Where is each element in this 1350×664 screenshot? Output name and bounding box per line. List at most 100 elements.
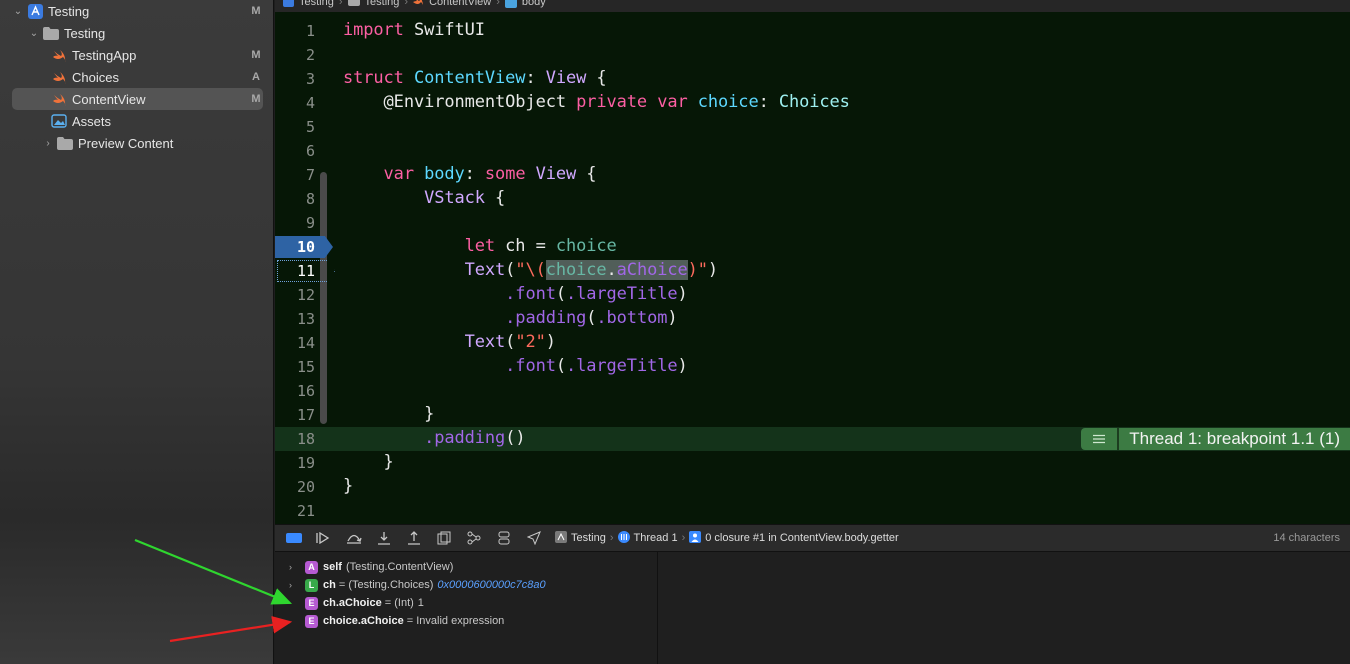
line-number[interactable]: 12 [275,286,315,304]
code-line[interactable]: 15 .font(.largeTitle) [275,355,1350,379]
nav-item-preview-content[interactable]: › Preview Content [12,132,263,154]
variable-row[interactable]: › Aself (Testing.ContentView) [289,558,457,576]
code-token: ContentView [413,68,526,88]
code-line[interactable]: 14 Text("2") [275,331,1350,355]
variable-name: self [323,561,342,573]
code-token: body [424,164,465,184]
line-number[interactable]: 20 [275,478,315,496]
scm-status-badge: M [251,49,261,61]
code-line[interactable]: 10 let ch = choice [275,235,1350,259]
step-into-icon[interactable] [373,527,395,549]
disclosure-open-icon[interactable]: ⌄ [28,28,40,39]
variable-type: (Testing.Choices) [348,579,434,591]
source-editor[interactable]: 1 import SwiftUI 2 3 struct ContentView:… [275,12,1350,524]
line-number[interactable]: 4 [275,94,315,112]
line-number[interactable]: 16 [275,382,315,400]
scm-status-badge: M [251,93,261,105]
disclosure-open-icon[interactable]: ⌄ [12,6,24,17]
line-number[interactable]: 19 [275,454,315,472]
code-line[interactable]: 4 @EnvironmentObject private var choice:… [275,91,1350,115]
line-number[interactable]: 18 [275,430,315,448]
step-out-icon[interactable] [403,527,425,549]
line-number[interactable]: 10 [275,238,315,256]
step-over-icon[interactable] [343,527,365,549]
code-token: var [657,92,688,112]
code-line[interactable]: 9 [275,211,1350,235]
disclosure-icon[interactable]: › [289,580,305,590]
memory-graph-icon[interactable] [463,527,485,549]
jump-item-file[interactable]: ContentView [429,0,491,8]
jump-bar: Testing › Testing › ContentView › body [275,0,1350,12]
debug-crumb-process[interactable]: Testing [571,532,606,544]
code-line[interactable]: 21 [275,499,1350,523]
line-number[interactable]: 1 [275,22,315,40]
jump-item-project[interactable]: Testing [299,0,334,8]
code-line[interactable]: 2 [275,43,1350,67]
code-line[interactable]: 8 VStack { [275,187,1350,211]
nav-item-project-testing[interactable]: ⌄ Testing M [12,0,263,22]
code-line[interactable]: 3 struct ContentView: View { [275,67,1350,91]
view-hierarchy-icon[interactable] [433,527,455,549]
nav-item-group-testing[interactable]: ⌄ Testing [12,22,263,44]
nav-item-label: TestingApp [72,47,137,63]
code-line[interactable]: 7 var body: some View { [275,163,1350,187]
code-token: { [495,188,506,208]
nav-item-assets[interactable]: Assets [12,110,263,132]
code-line[interactable]: 13 .padding(.bottom) [275,307,1350,331]
code-line[interactable]: 17 } [275,403,1350,427]
line-number[interactable]: 7 [275,166,315,184]
code-line[interactable]: 12 .font(.largeTitle) [275,283,1350,307]
line-number[interactable]: 21 [275,502,315,520]
jump-folder-icon [347,0,360,9]
console-view[interactable] [658,552,1350,664]
hamburger-icon[interactable] [1081,428,1120,450]
code-token: some [484,164,526,184]
line-number[interactable]: 13 [275,310,315,328]
code-token: View [545,68,587,88]
code-line[interactable]: 1 import SwiftUI [275,19,1350,43]
code-line[interactable]: 5 [275,115,1350,139]
code-token: } [424,404,435,424]
code-token: ) [707,260,719,280]
continue-icon[interactable] [313,527,335,549]
toggle-debug-area-icon[interactable] [283,527,305,549]
thread-breakpoint-annotation[interactable]: Thread 1: breakpoint 1.1 (1) [1081,428,1350,450]
jump-swift-icon [413,0,424,9]
nav-item-choices[interactable]: Choices A [12,66,263,88]
variable-row[interactable]: Echoice.aChoice = Invalid expression [289,612,504,630]
nav-item-testingapp[interactable]: TestingApp M [12,44,263,66]
code-line[interactable]: 11 Text("\(choice.aChoice)") [275,259,1350,283]
line-number[interactable]: 11 [275,262,315,280]
disclosure-icon[interactable]: › [289,562,305,572]
line-number[interactable]: 3 [275,70,315,88]
code-line[interactable]: 16 [275,379,1350,403]
variables-view[interactable]: › Aself (Testing.ContentView) › Lch = (Testi… [275,552,658,664]
variable-row[interactable]: Ech.aChoice = (Int) 1 [289,594,424,612]
line-number[interactable]: 8 [275,190,315,208]
code-token: : [464,164,475,184]
nav-item-label: Assets [72,113,112,129]
jump-item-symbol[interactable]: body [522,0,546,8]
project-navigator: ⌄ Testing M ⌄ Testing TestingApp M Choic… [0,0,274,664]
debug-crumb-frame[interactable]: 0 closure #1 in ContentView.body.getter [705,532,898,544]
line-number[interactable]: 14 [275,334,315,352]
line-number[interactable]: 2 [275,46,315,64]
variable-row[interactable]: › Lch = (Testing.Choices) 0x0000600000c7c8… [289,576,546,594]
code-line[interactable]: 20 } [275,475,1350,499]
line-number[interactable]: 5 [275,118,315,136]
jump-item-group[interactable]: Testing [365,0,400,8]
line-number[interactable]: 15 [275,358,315,376]
selected-token: . [606,260,617,280]
line-number[interactable]: 6 [275,142,315,160]
nav-item-contentview[interactable]: ContentView M [12,88,263,110]
code-line[interactable]: 19 } [275,451,1350,475]
line-number[interactable]: 9 [275,214,315,232]
code-token: ( [505,332,516,352]
environment-overrides-icon[interactable] [493,527,515,549]
simulate-location-icon[interactable] [523,527,545,549]
line-number[interactable]: 17 [275,406,315,424]
xcode-project-icon [27,3,43,19]
debug-crumb-thread[interactable]: Thread 1 [634,532,678,544]
disclosure-closed-icon[interactable]: › [42,138,54,149]
code-line[interactable]: 6 [275,139,1350,163]
